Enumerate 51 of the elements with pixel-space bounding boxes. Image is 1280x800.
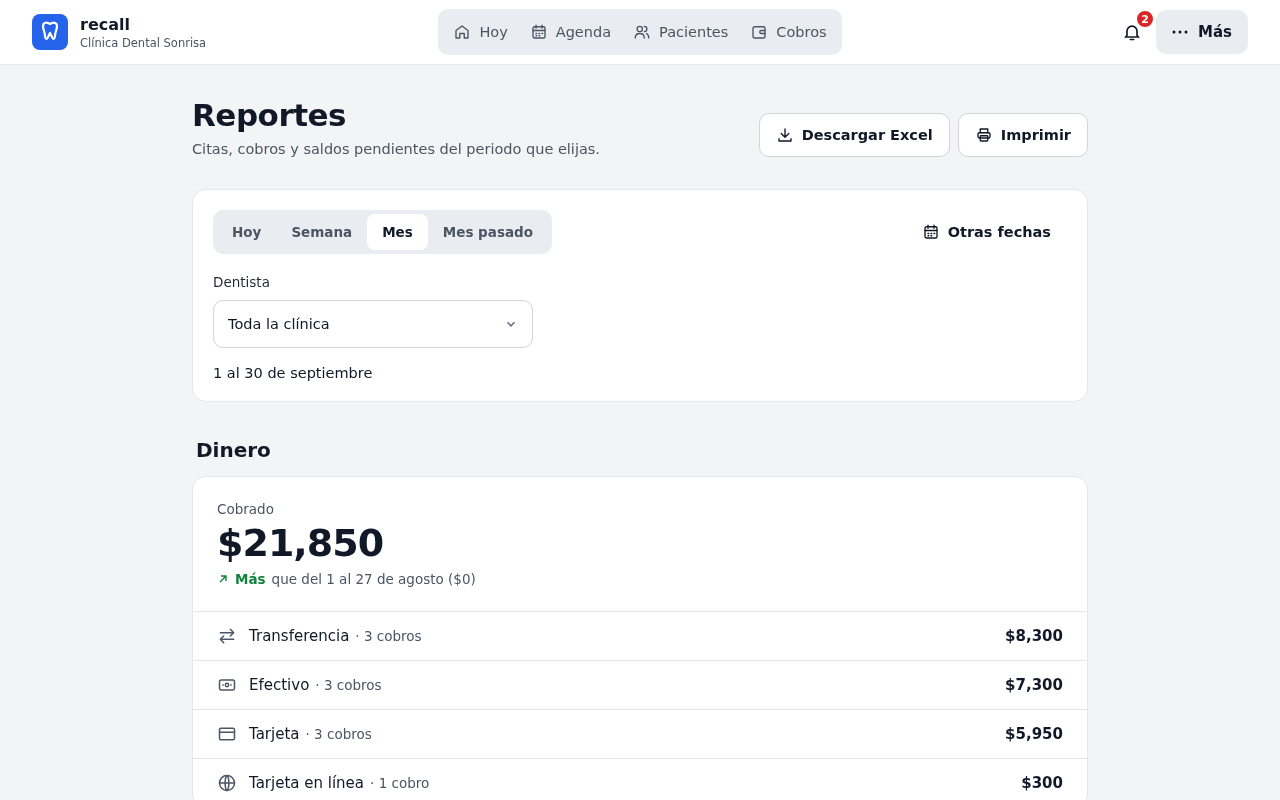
period-tab[interactable]: Mes xyxy=(367,214,428,250)
tooth-logo-icon xyxy=(32,14,68,50)
period-tab[interactable]: Mes pasado xyxy=(427,214,548,250)
nav-tab[interactable]: Agenda xyxy=(519,13,622,51)
payment-amount: $300 xyxy=(1021,774,1063,792)
notification-count: 2 xyxy=(1135,9,1155,29)
other-dates-button[interactable]: Otras fechas xyxy=(905,214,1067,250)
date-range: 1 al 30 de septiembre xyxy=(213,365,374,381)
payment-method: Tarjeta xyxy=(249,725,300,743)
people-icon xyxy=(633,23,652,41)
nav-tab[interactable]: Cobros xyxy=(740,13,837,51)
trend-text: que del 1 al 27 de agosto ($0) xyxy=(271,571,476,587)
payment-amount: $5,950 xyxy=(1005,725,1063,743)
globe-icon xyxy=(217,773,237,793)
section-heading: Dinero xyxy=(196,438,272,462)
payment-count: · 3 cobros xyxy=(355,628,422,644)
download-icon xyxy=(775,126,794,144)
house-icon xyxy=(453,23,472,41)
nav-tab[interactable]: Pacientes xyxy=(623,13,739,51)
arrow-up-right-icon xyxy=(217,573,229,585)
payment-amount: $7,300 xyxy=(1005,676,1063,694)
payment-count: · 3 cobros xyxy=(305,726,372,742)
print-button[interactable]: Imprimir xyxy=(957,113,1088,157)
nav-tab[interactable]: Hoy xyxy=(443,13,518,51)
calendar-icon xyxy=(921,223,940,241)
more-dots-icon xyxy=(1172,30,1188,34)
download-button[interactable]: Descargar Excel xyxy=(758,113,950,157)
calendar-icon xyxy=(529,23,548,41)
period-tab[interactable]: Semana xyxy=(276,214,368,250)
printer-icon xyxy=(974,126,993,144)
payment-method: Efectivo xyxy=(249,676,310,694)
payment-count: · 3 cobros xyxy=(315,677,382,693)
dentist-label: Dentista xyxy=(213,274,271,290)
payment-method: Transferencia xyxy=(249,627,350,645)
payment-amount: $8,300 xyxy=(1005,627,1063,645)
credit-card-icon xyxy=(217,724,237,744)
page-subtitle: Citas, cobros y saldos pendientes del periodo que elijas. xyxy=(192,141,600,157)
clinic-name: Clínica Dental Sonrisa xyxy=(80,35,207,50)
dentist-select[interactable]: Toda la clínica xyxy=(213,300,533,348)
payment-count: · 1 cobro xyxy=(370,775,430,791)
collected-label: Cobrado xyxy=(217,501,275,517)
trend-word: Más xyxy=(235,571,266,587)
payment-method: Tarjeta en línea xyxy=(249,774,365,792)
period-tab[interactable]: Hoy xyxy=(217,214,277,250)
page-title: Reportes xyxy=(192,97,347,133)
collected-total: $21,850 xyxy=(217,521,385,565)
wallet-icon xyxy=(750,23,769,41)
arrows-exchange-icon xyxy=(217,626,237,646)
more-button[interactable]: Más xyxy=(1156,10,1248,54)
bell-icon[interactable] xyxy=(1122,22,1142,42)
app-name: recall xyxy=(80,14,131,34)
